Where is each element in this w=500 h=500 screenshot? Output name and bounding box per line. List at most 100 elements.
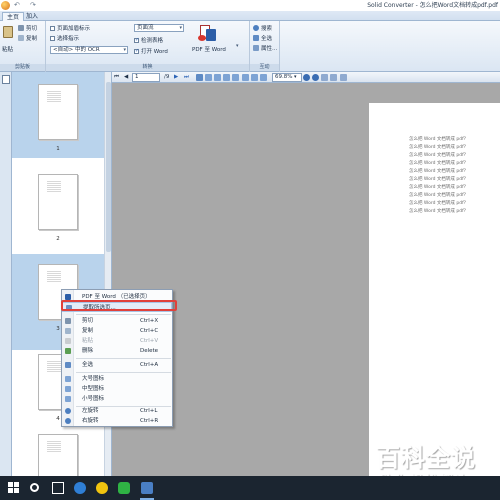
pdf-to-word-button[interactable]: PDF 至 Word: [192, 45, 226, 53]
detect-tables-option[interactable]: ✓ 检测表格: [134, 36, 163, 44]
paste-icon: [65, 338, 71, 344]
copy-button[interactable]: 复制: [18, 34, 37, 42]
document-line: 怎么把 Word 文档转成 pdf?: [409, 177, 467, 182]
search-icon: [253, 25, 259, 31]
continuous-view-icon[interactable]: [205, 74, 212, 81]
properties-icon: [253, 45, 259, 51]
rotate-right-icon: [65, 418, 71, 424]
layout-dropdown[interactable]: 页面流 ▾: [134, 24, 184, 32]
menu-separator: [76, 358, 171, 359]
undo-icon[interactable]: ↶: [14, 1, 20, 10]
window-title: Solid Converter - 怎么把Word文档转成pdf.pdf: [367, 2, 498, 9]
menu-item-delete[interactable]: 删除 Delete: [62, 346, 172, 356]
select-all-button[interactable]: 全选: [253, 34, 272, 42]
select-all-icon: [65, 362, 71, 368]
viewer-toolbar: ⏮ ◀ 1 /9 ▶ ⏭ 69.8% ▾: [112, 72, 500, 83]
pdf-to-word-icon[interactable]: [198, 25, 218, 43]
zoom-out-icon[interactable]: [312, 74, 319, 81]
medium-icons-icon: [65, 386, 71, 392]
grid-view-icon[interactable]: [232, 74, 239, 81]
tab-home[interactable]: 主页: [2, 12, 25, 21]
menu-item-copy[interactable]: 复制 Ctrl+C: [62, 326, 172, 336]
chevron-down-icon[interactable]: ▾: [294, 73, 297, 82]
page-thumbnail-2[interactable]: [38, 174, 78, 230]
menu-item-rotate-right[interactable]: 右旋转 Ctrl+R: [62, 416, 172, 426]
interact-group-label: 互动: [250, 64, 279, 71]
windows-start-icon[interactable]: [8, 482, 20, 494]
two-page-view-icon[interactable]: [214, 74, 221, 81]
scrollbar-thumb[interactable]: [106, 82, 111, 252]
document-line: 怎么把 Word 文档转成 pdf?: [409, 169, 467, 174]
menu-separator: [76, 372, 171, 373]
menu-item-cut[interactable]: 剪切 Ctrl+X: [62, 316, 172, 326]
redo-icon[interactable]: ↷: [30, 1, 36, 10]
snapshot-icon[interactable]: [321, 74, 328, 81]
paste-icon[interactable]: [3, 26, 13, 38]
page-thumbnail-5[interactable]: [38, 434, 78, 476]
open-word-option[interactable]: ✓ 打开 Word: [134, 47, 168, 55]
clipboard-group-label: 剪贴板: [0, 64, 45, 71]
large-icons-icon: [65, 376, 71, 382]
ribbon-tab-row: 主页 加入: [0, 11, 500, 21]
zoom-in-icon[interactable]: [303, 74, 310, 81]
zoom-input[interactable]: 69.8%: [272, 73, 302, 82]
next-page-icon[interactable]: ▶: [174, 73, 178, 82]
settings-icon[interactable]: [330, 74, 337, 81]
page-thumbnail-1[interactable]: [38, 84, 78, 140]
app-logo-icon[interactable]: [1, 1, 10, 10]
clipboard-group: 粘贴 剪切 复制 剪贴板: [0, 21, 46, 72]
document-line: 怎么把 Word 文档转成 pdf?: [409, 185, 467, 190]
wechat-icon[interactable]: [118, 482, 130, 494]
properties-button[interactable]: 属性...: [253, 44, 277, 52]
page-header-option[interactable]: 页面加眉标示: [50, 24, 90, 32]
single-page-view-icon[interactable]: [196, 74, 203, 81]
facing-view-icon[interactable]: [223, 74, 230, 81]
fit-page-icon[interactable]: [242, 74, 249, 81]
menu-item-rotate-left[interactable]: 左旋转 Ctrl+L: [62, 406, 172, 416]
previous-page-icon[interactable]: ◀: [124, 73, 128, 82]
select-indicator-option[interactable]: 选择指示: [50, 34, 79, 42]
detect-tables-checkbox[interactable]: ✓: [134, 37, 139, 43]
page-number-input[interactable]: 1: [132, 73, 160, 82]
select-all-icon: [253, 35, 259, 41]
actual-size-icon[interactable]: [260, 74, 267, 81]
menu-separator: [76, 314, 171, 315]
fit-width-icon[interactable]: [251, 74, 258, 81]
taskbar: [0, 476, 500, 500]
pages-panel-icon[interactable]: [2, 75, 10, 84]
interact-group: 搜索 全选 属性... 互动: [250, 21, 280, 72]
watermark-title: 百科全说: [376, 444, 476, 472]
tab-add[interactable]: 加入: [22, 12, 42, 21]
select-indicator-checkbox[interactable]: [50, 35, 55, 41]
rotate-left-icon: [65, 408, 71, 414]
edge-browser-icon[interactable]: [74, 482, 86, 494]
open-word-checkbox[interactable]: ✓: [134, 48, 139, 54]
small-icons-icon: [65, 396, 71, 402]
highlight-annotation-box: [61, 300, 177, 311]
document-line: 怎么把 Word 文档转成 pdf?: [409, 201, 467, 206]
cut-button[interactable]: 剪切: [18, 24, 37, 32]
document-line: 怎么把 Word 文档转成 pdf?: [409, 145, 467, 150]
ribbon: 粘贴 剪切 复制 剪贴板 页面加眉标示 选择指示 <自动> 中的 OCR ▾ 页…: [0, 21, 500, 72]
solid-converter-taskbar-icon[interactable]: [141, 482, 153, 494]
menu-item-medium-icons[interactable]: 中型图标: [62, 384, 172, 394]
hand-tool-icon[interactable]: [340, 74, 347, 81]
menu-item-small-icons[interactable]: 小号图标: [62, 394, 172, 404]
task-view-icon[interactable]: [52, 482, 64, 494]
document-line: 怎么把 Word 文档转成 pdf?: [409, 209, 467, 214]
document-line: 怎么把 Word 文档转成 pdf?: [409, 193, 467, 198]
page-header-checkbox[interactable]: [50, 25, 55, 31]
search-icon[interactable]: [30, 483, 39, 492]
chrome-browser-icon[interactable]: [96, 482, 108, 494]
chevron-down-icon[interactable]: ▾: [236, 43, 239, 49]
chevron-down-icon: ▾: [179, 25, 182, 31]
menu-item-select-all[interactable]: 全选 Ctrl+A: [62, 360, 172, 370]
ocr-dropdown[interactable]: <自动> 中的 OCR ▾: [50, 46, 128, 54]
search-button[interactable]: 搜索: [253, 24, 272, 32]
menu-item-large-icons[interactable]: 大号图标: [62, 374, 172, 384]
convert-group: 页面加眉标示 选择指示 <自动> 中的 OCR ▾ 页面流 ▾ ✓ 检测表格 ✓…: [46, 21, 250, 72]
first-page-icon[interactable]: ⏮: [114, 73, 119, 82]
menu-item-paste[interactable]: 粘贴 Ctrl+V: [62, 336, 172, 346]
paste-button[interactable]: 粘贴: [2, 45, 13, 53]
last-page-icon[interactable]: ⏭: [184, 73, 189, 82]
